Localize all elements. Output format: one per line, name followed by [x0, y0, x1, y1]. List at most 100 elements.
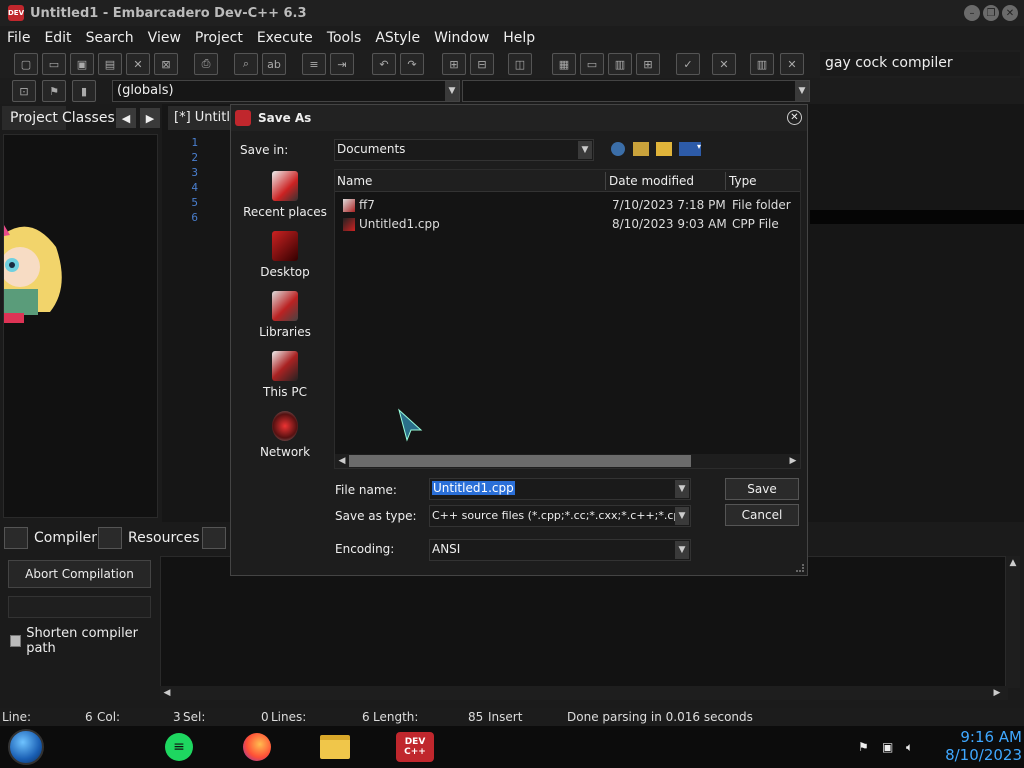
resize-grip-icon[interactable] [796, 564, 804, 572]
new-folder-icon[interactable] [656, 142, 672, 156]
scroll-up-icon[interactable]: ▲ [1006, 556, 1020, 570]
goto-icon[interactable]: ≡ [302, 53, 326, 75]
compiler-select[interactable]: gay cock compiler [820, 52, 1020, 76]
encoding-select[interactable]: ANSI ▼ [429, 539, 691, 561]
menu-search[interactable]: Search [79, 30, 141, 46]
bookmark-icon[interactable]: ⚑ [42, 80, 66, 102]
close-button[interactable]: ✕ [1002, 5, 1018, 21]
save-in-select[interactable]: Documents ▼ [334, 139, 594, 161]
start-button[interactable] [8, 729, 44, 765]
menu-help[interactable]: Help [496, 30, 542, 46]
file-name-input[interactable]: Untitled1.cpp ▼ [429, 478, 691, 500]
menu-window[interactable]: Window [427, 30, 496, 46]
member-combo[interactable]: ▼ [462, 80, 810, 102]
chart-icon[interactable]: ▥ [750, 53, 774, 75]
menu-view[interactable]: View [141, 30, 188, 46]
place-libraries[interactable]: Libraries [237, 291, 333, 339]
back-icon[interactable] [611, 142, 625, 156]
goto-bookmark-icon[interactable]: ▮ [72, 80, 96, 102]
insert-icon[interactable]: ⊡ [12, 80, 36, 102]
print-icon[interactable]: ⎙ [194, 53, 218, 75]
scope-combo[interactable]: (globals) ▼ [112, 80, 460, 102]
network-icon[interactable]: ▣ [882, 740, 896, 754]
maximize-button[interactable]: ❐ [983, 5, 999, 21]
tab-compiler[interactable]: Compiler [4, 526, 97, 550]
chevron-left-icon[interactable]: ◀ [116, 108, 136, 128]
place-desktop[interactable]: Desktop [237, 231, 333, 279]
save-icon[interactable]: ▣ [70, 53, 94, 75]
close-file-icon[interactable]: ✕ [126, 53, 150, 75]
tab-classes[interactable]: Classes [54, 106, 123, 130]
chevron-down-icon[interactable]: ▼ [675, 541, 689, 559]
save-all-icon[interactable]: ▤ [98, 53, 122, 75]
rebuild-icon[interactable]: ⊞ [636, 53, 660, 75]
chevron-down-icon[interactable]: ▼ [675, 480, 689, 498]
chevron-down-icon[interactable]: ▼ [578, 141, 592, 159]
abort-compilation-button[interactable]: Abort Compilation [8, 560, 151, 588]
project-options-icon[interactable]: ◫ [508, 53, 532, 75]
project-tree[interactable] [3, 134, 158, 518]
scrollbar-thumb[interactable] [349, 455, 691, 467]
cancel-button[interactable]: Cancel [725, 504, 799, 526]
check-icon[interactable]: ✓ [676, 53, 700, 75]
taskbar-clock[interactable]: 9:16 AM 8/10/2023 [930, 728, 1022, 764]
scroll-left-icon[interactable]: ◀ [335, 454, 349, 468]
delete-icon[interactable]: ✕ [780, 53, 804, 75]
open-folder-icon[interactable]: ▭ [42, 53, 66, 75]
view-menu-icon[interactable]: ▾ [679, 142, 701, 156]
stop-icon[interactable]: ✕ [712, 53, 736, 75]
menu-file[interactable]: File [0, 30, 37, 46]
flag-icon[interactable]: ⚑ [858, 740, 872, 754]
file-row[interactable]: Untitled1.cpp 8/10/2023 9:03 AM CPP File [335, 215, 800, 234]
save-button[interactable]: Save [725, 478, 799, 500]
shorten-path-checkbox[interactable] [10, 635, 22, 647]
undo-icon[interactable]: ↶ [372, 53, 396, 75]
close-all-icon[interactable]: ⊠ [154, 53, 178, 75]
place-this-pc[interactable]: This PC [237, 351, 333, 399]
new-project-icon[interactable]: ⊞ [442, 53, 466, 75]
find-icon[interactable]: ⌕ [234, 53, 258, 75]
replace-icon[interactable]: ab [262, 53, 286, 75]
column-name[interactable]: Name [337, 174, 372, 188]
minimize-button[interactable]: – [964, 5, 980, 21]
chevron-down-icon[interactable]: ▼ [795, 81, 809, 101]
spotify-icon[interactable]: ≡ [162, 732, 196, 762]
column-date-modified[interactable]: Date modified [609, 174, 694, 188]
menu-astyle[interactable]: AStyle [368, 30, 427, 46]
menu-execute[interactable]: Execute [250, 30, 320, 46]
firefox-icon[interactable] [240, 732, 274, 762]
new-file-icon[interactable]: ▢ [14, 53, 38, 75]
save-type-select[interactable]: C++ source files (*.cpp;*.cc;*.cxx;*.c++… [429, 505, 691, 527]
place-recent[interactable]: Recent places [237, 171, 333, 219]
compile-run-icon[interactable]: ▥ [608, 53, 632, 75]
indent-icon[interactable]: ⇥ [330, 53, 354, 75]
menu-project[interactable]: Project [188, 30, 250, 46]
devcpp-taskbar-icon[interactable]: DEV C++ [396, 732, 434, 762]
output-horizontal-scrollbar[interactable]: ◀ ▶ [160, 686, 1008, 700]
remove-project-icon[interactable]: ⊟ [470, 53, 494, 75]
file-explorer-icon[interactable] [318, 732, 352, 762]
run-icon[interactable]: ▭ [580, 53, 604, 75]
file-row[interactable]: ff7 7/10/2023 7:18 PM File folder [335, 196, 800, 215]
volume-icon[interactable]: 🔈︎ [906, 740, 920, 754]
compile-icon[interactable]: ▦ [552, 53, 576, 75]
scroll-left-icon[interactable]: ◀ [160, 686, 174, 700]
desktop-icon [272, 231, 298, 261]
chevron-right-icon[interactable]: ▶ [140, 108, 160, 128]
menu-edit[interactable]: Edit [37, 30, 78, 46]
chevron-down-icon[interactable]: ▼ [445, 81, 459, 101]
column-type[interactable]: Type [729, 174, 757, 188]
place-network[interactable]: Network [237, 411, 333, 459]
file-list-scrollbar[interactable]: ◀ ▶ [335, 454, 800, 468]
scroll-right-icon[interactable]: ▶ [786, 454, 800, 468]
shorten-path-toggle[interactable]: Shorten compiler path [10, 626, 160, 656]
tab-resources[interactable]: Resources [98, 526, 200, 550]
scroll-right-icon[interactable]: ▶ [990, 686, 1004, 700]
output-vertical-scrollbar[interactable]: ▲ [1006, 556, 1020, 688]
redo-icon[interactable]: ↷ [400, 53, 424, 75]
tab-compile-log[interactable] [202, 526, 232, 550]
up-folder-icon[interactable] [633, 142, 649, 156]
menu-tools[interactable]: Tools [320, 30, 369, 46]
chevron-down-icon[interactable]: ▼ [675, 507, 689, 525]
close-icon[interactable]: ✕ [787, 110, 802, 125]
